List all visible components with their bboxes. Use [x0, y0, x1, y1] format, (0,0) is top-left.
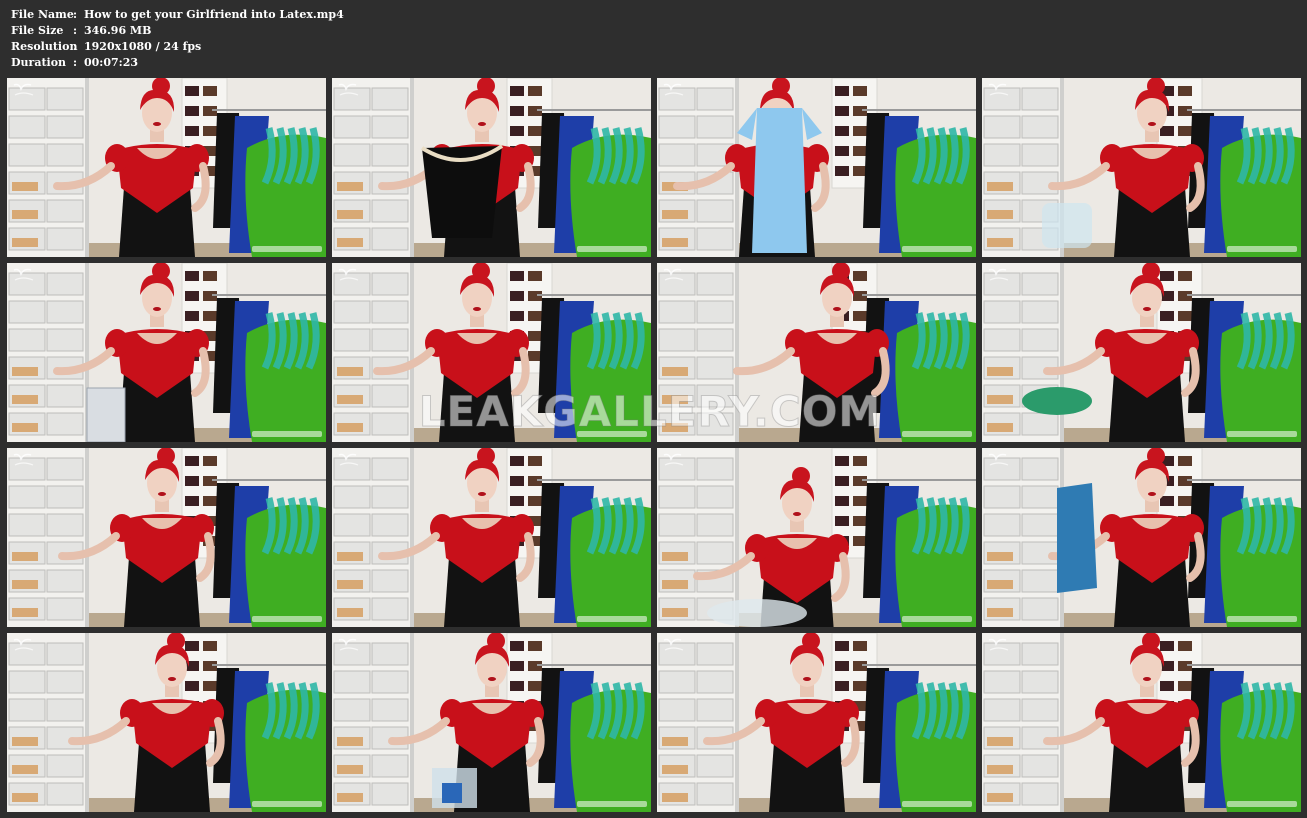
site-watermark-icon — [1227, 431, 1297, 437]
corner-logo-icon — [13, 453, 34, 466]
site-watermark-icon — [577, 246, 647, 252]
thumbnail-scene — [332, 78, 651, 257]
video-thumbnail — [657, 448, 976, 627]
video-thumbnail — [332, 448, 651, 627]
duration-row: Duration : 00:07:23 — [11, 55, 344, 71]
thumbnail-scene — [332, 263, 651, 442]
corner-logo-icon — [13, 83, 34, 96]
contact-sheet: File Name : How to get your Girlfriend i… — [0, 0, 1307, 818]
duration-sep: : — [73, 56, 78, 69]
resolution-sep: : — [73, 40, 78, 53]
thumbnail-scene — [982, 633, 1301, 812]
corner-logo-icon — [338, 268, 359, 281]
thumbnail-scene — [982, 78, 1301, 257]
corner-logo-icon — [988, 453, 1009, 466]
file-name-row: File Name : How to get your Girlfriend i… — [11, 7, 344, 23]
thumbnail-scene — [7, 633, 326, 812]
resolution-value: 1920x1080 / 24 fps — [84, 40, 202, 53]
video-thumbnail — [7, 633, 326, 812]
duration-key: Duration — [11, 56, 67, 69]
file-info-panel: File Name : How to get your Girlfriend i… — [11, 7, 344, 71]
file-size-row: File Size : 346.96 MB — [11, 23, 344, 39]
thumbnail-scene — [657, 263, 976, 442]
file-name-value: How to get your Girlfriend into Latex.mp… — [84, 8, 344, 21]
corner-logo-icon — [988, 638, 1009, 651]
duration-value: 00:07:23 — [84, 56, 139, 69]
site-watermark-icon — [252, 801, 322, 807]
corner-logo-icon — [13, 638, 34, 651]
site-watermark-icon — [577, 431, 647, 437]
video-thumbnail — [332, 263, 651, 442]
file-size-sep: : — [73, 24, 78, 37]
site-watermark-icon — [577, 616, 647, 622]
thumbnail-scene — [7, 263, 326, 442]
file-size-key: File Size — [11, 24, 64, 37]
thumbnail-scene — [332, 448, 651, 627]
thumbnail-scene — [982, 263, 1301, 442]
video-thumbnail — [657, 263, 976, 442]
video-thumbnail — [332, 78, 651, 257]
video-thumbnail — [7, 78, 326, 257]
video-thumbnail — [332, 633, 651, 812]
site-watermark-icon — [902, 431, 972, 437]
thumbnail-scene — [7, 78, 326, 257]
site-watermark-icon — [1227, 616, 1297, 622]
thumbnail-scene — [657, 78, 976, 257]
thumbnail-scene — [657, 448, 976, 627]
corner-logo-icon — [13, 268, 34, 281]
site-watermark-icon — [252, 616, 322, 622]
site-watermark-icon — [902, 616, 972, 622]
video-thumbnail — [982, 263, 1301, 442]
corner-logo-icon — [663, 268, 684, 281]
video-thumbnail — [982, 78, 1301, 257]
site-watermark-icon — [1227, 246, 1297, 252]
corner-logo-icon — [338, 638, 359, 651]
file-name-key: File Name — [11, 8, 74, 21]
thumbnail-scene — [332, 633, 651, 812]
video-thumbnail — [7, 263, 326, 442]
thumbnail-scene — [982, 448, 1301, 627]
resolution-row: Resolution : 1920x1080 / 24 fps — [11, 39, 344, 55]
corner-logo-icon — [338, 83, 359, 96]
thumbnail-scene — [657, 633, 976, 812]
video-thumbnail — [657, 78, 976, 257]
video-thumbnail — [657, 633, 976, 812]
video-thumbnail — [982, 448, 1301, 627]
site-watermark-icon — [252, 431, 322, 437]
file-size-value: 346.96 MB — [84, 24, 152, 37]
thumbnail-grid — [7, 78, 1301, 812]
site-watermark-icon — [1227, 801, 1297, 807]
corner-logo-icon — [988, 83, 1009, 96]
file-name-sep: : — [73, 8, 78, 21]
corner-logo-icon — [663, 83, 684, 96]
video-thumbnail — [982, 633, 1301, 812]
site-watermark-icon — [252, 246, 322, 252]
site-watermark-icon — [902, 801, 972, 807]
thumbnail-scene — [7, 448, 326, 627]
corner-logo-icon — [663, 453, 684, 466]
resolution-key: Resolution — [11, 40, 78, 53]
corner-logo-icon — [663, 638, 684, 651]
site-watermark-icon — [577, 801, 647, 807]
site-watermark-icon — [902, 246, 972, 252]
corner-logo-icon — [338, 453, 359, 466]
corner-logo-icon — [988, 268, 1009, 281]
video-thumbnail — [7, 448, 326, 627]
